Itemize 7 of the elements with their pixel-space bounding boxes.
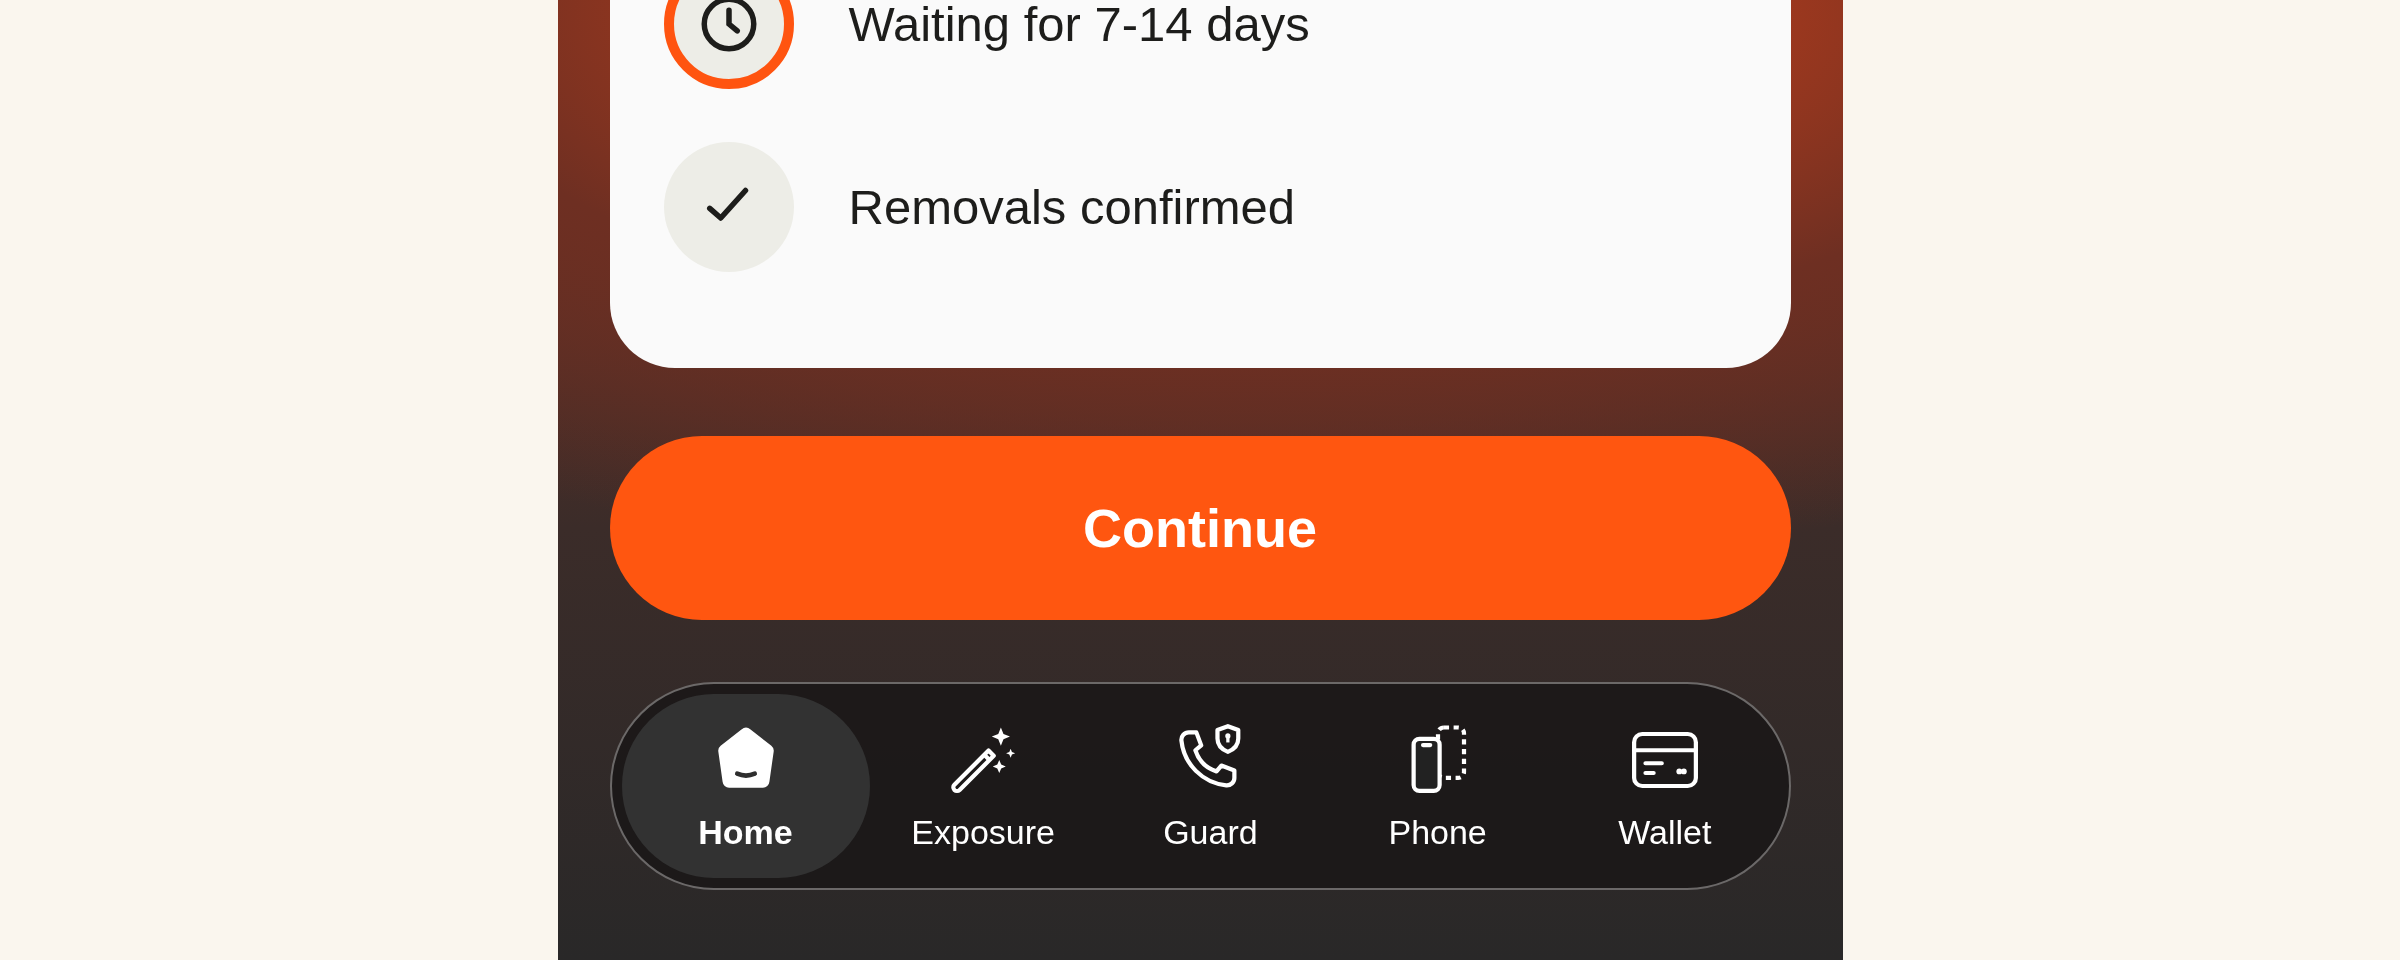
tab[interactable]: Wallet bbox=[1551, 694, 1779, 878]
step-label: Removals confirmed bbox=[848, 179, 1296, 235]
tab[interactable]: Phone bbox=[1324, 694, 1552, 878]
tab[interactable]: Home bbox=[621, 694, 870, 878]
step-label: Waiting for 7-14 days bbox=[848, 0, 1310, 52]
tab[interactable]: Exposure bbox=[869, 694, 1097, 878]
tab[interactable]: Guard bbox=[1096, 694, 1324, 878]
